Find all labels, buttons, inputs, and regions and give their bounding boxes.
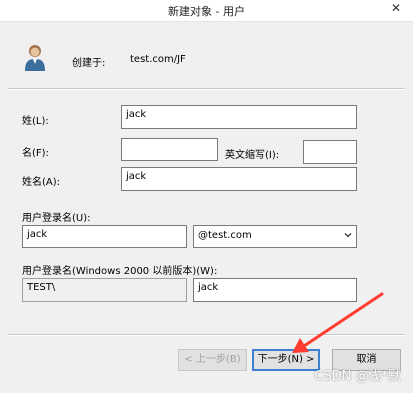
watermark: CSDN @浅*默 xyxy=(314,369,401,384)
close-icon[interactable]: ✕ xyxy=(391,1,401,15)
chevron-down-icon xyxy=(344,233,352,238)
created-in-value: test.com/JF xyxy=(130,54,186,65)
legacy-logon-label: 用户登录名(Windows 2000 以前版本)(W): xyxy=(22,266,218,277)
separator xyxy=(8,334,405,336)
first-name-label: 名(F): xyxy=(22,148,49,159)
domain-select-value: @test.com xyxy=(198,230,252,241)
logon-name-input[interactable]: jack xyxy=(22,225,187,248)
window-title: 新建对象 - 用户 xyxy=(168,5,245,18)
title-bar: 新建对象 - 用户 ✕ xyxy=(0,0,413,22)
last-name-label: 姓(L): xyxy=(22,116,49,127)
user-icon xyxy=(25,45,45,71)
full-name-label: 姓名(A): xyxy=(22,177,61,188)
legacy-domain-field: TEST\ xyxy=(22,278,187,302)
back-button[interactable]: < 上一步(B) xyxy=(178,349,247,371)
domain-select[interactable]: @test.com xyxy=(193,225,357,248)
initials-input[interactable] xyxy=(303,140,357,164)
full-name-input[interactable]: jack xyxy=(121,167,357,191)
legacy-logon-input[interactable]: jack xyxy=(193,278,357,302)
first-name-input[interactable] xyxy=(121,138,218,161)
dialog-body xyxy=(0,22,413,393)
created-in-label: 创建于: xyxy=(72,58,106,69)
logon-name-label: 用户登录名(U): xyxy=(22,213,91,224)
initials-label: 英文缩写(I): xyxy=(225,150,280,161)
close-button[interactable]: ✕ xyxy=(385,0,407,16)
last-name-input[interactable]: jack xyxy=(121,105,357,129)
separator xyxy=(8,88,405,90)
next-button[interactable]: 下一步(N) > xyxy=(252,349,320,371)
